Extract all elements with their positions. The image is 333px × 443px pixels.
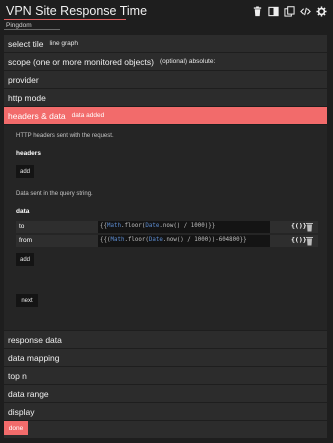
section-response-data[interactable]: response data [4,331,327,348]
headers-add-button[interactable]: add [16,165,34,178]
section-label: headers & data [8,110,66,121]
value-text: .floor( [120,223,146,229]
section-data-mapping[interactable]: data mapping [4,349,327,366]
data-label: data [16,208,30,215]
data-row-from: from {{(Math.floor(Date.now() / 1000))-6… [16,235,318,247]
done-button[interactable]: done [4,421,28,435]
value-fn: Date [148,237,163,243]
headers-label: headers [16,150,41,157]
copy-icon[interactable] [283,5,295,17]
data-value-input[interactable]: {{Math.floor(Date.now() / 1000)}} [98,221,270,233]
section-http-mode[interactable]: http mode [4,89,327,106]
data-add-button[interactable]: add [16,253,34,266]
value-fn: Math [106,223,121,229]
value-text: {{ [100,223,107,229]
section-label: data range [8,388,49,399]
section-note: line graph [49,40,78,47]
section-label: top n [8,370,27,381]
value-text: {{( [100,237,111,243]
value-text: .floor( [124,237,149,243]
tile-subtitle[interactable]: Pingdom [6,22,32,29]
title-underline [4,19,126,20]
section-label: provider [8,74,39,85]
section-label: data mapping [8,352,60,363]
section-note: (optional) absolute: [160,58,216,65]
headers-hint: HTTP headers sent with the request. [16,133,114,139]
code-icon[interactable] [299,5,311,17]
section-label: display [8,406,35,417]
value-fn: Math [110,237,125,243]
next-button[interactable]: next [16,294,38,307]
trash-icon[interactable] [251,5,263,17]
data-key[interactable]: from [19,237,32,244]
section-label: response data [8,334,62,345]
section-top-n[interactable]: top n [4,367,327,384]
data-key[interactable]: to [19,223,24,230]
tile-config: select tile line graph scope (one or mor… [4,35,327,443]
section-label: scope (one or more monitored objects) [8,56,154,67]
section-scope[interactable]: scope (one or more monitored objects) (o… [4,53,327,70]
section-headers-data[interactable]: headers & data data added [4,107,327,124]
subtitle-underline [4,29,60,30]
title-bar: VPN Site Response Time Pingdom [0,0,333,34]
tile-title[interactable]: VPN Site Response Time [6,4,147,18]
section-label: http mode [8,92,46,103]
data-row-to: to {{Math.floor(Date.now() / 1000)}} {()… [16,221,318,233]
gear-icon[interactable] [315,5,327,17]
value-fn: Date [145,223,160,229]
section-provider[interactable]: provider [4,71,327,88]
section-label[interactable]: label [4,421,327,438]
section-select-tile[interactable]: select tile line graph [4,35,327,52]
trash-icon[interactable] [305,236,314,246]
section-data-range[interactable]: data range [4,385,327,402]
value-text: .now() / 1000))-604800}} [162,237,247,243]
data-hint: Data sent in the query string. [16,191,93,197]
section-display[interactable]: display [4,403,327,420]
section-note: data added [71,112,105,119]
section-label: select tile [8,38,44,49]
headers-data-panel: HTTP headers sent with the request. head… [4,125,327,330]
trash-icon[interactable] [305,222,314,232]
columns-icon[interactable] [267,5,279,17]
data-value-input[interactable]: {{(Math.floor(Date.now() / 1000))-604800… [98,235,270,247]
toolbar [251,5,327,17]
value-text: .now() / 1000)}} [159,223,216,229]
